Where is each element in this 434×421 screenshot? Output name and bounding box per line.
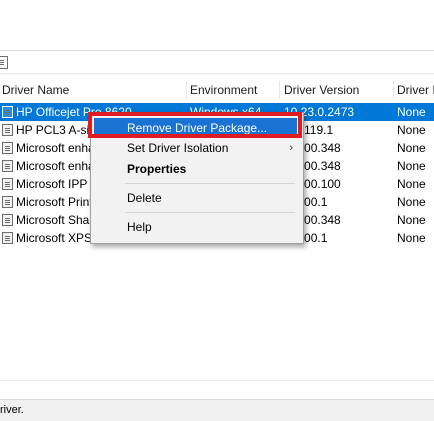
menu-item-label: Properties xyxy=(127,162,187,176)
menu-item-remove-driver-package[interactable]: Remove Driver Package... xyxy=(94,118,297,138)
isolation-cell: None xyxy=(397,105,426,119)
isolation-cell: None xyxy=(397,231,426,245)
print-management-window: Driver Name Environment Driver Version D… xyxy=(0,0,434,421)
horizontal-scrollbar[interactable] xyxy=(0,380,434,398)
column-divider[interactable] xyxy=(393,81,394,99)
title-area xyxy=(0,0,434,50)
column-divider[interactable] xyxy=(186,81,187,99)
printer-driver-icon xyxy=(2,124,13,136)
menu-separator xyxy=(125,183,295,184)
column-driver-version[interactable]: Driver Version xyxy=(284,79,390,101)
status-text: river. xyxy=(0,404,24,416)
isolation-cell: None xyxy=(397,213,426,227)
printer-driver-icon xyxy=(2,196,13,208)
menu-item-label: Remove Driver Package... xyxy=(127,121,268,135)
menu-item-help[interactable]: Help xyxy=(91,217,303,237)
printer-driver-icon xyxy=(2,214,13,226)
menu-item-delete[interactable]: Delete xyxy=(91,188,303,208)
isolation-cell: None xyxy=(397,177,426,191)
isolation-cell: None xyxy=(397,159,426,173)
menu-item-label: Set Driver Isolation xyxy=(127,141,229,155)
column-header: Driver Name Environment Driver Version D… xyxy=(0,79,434,101)
printer-driver-icon xyxy=(2,106,13,118)
menu-separator xyxy=(125,212,295,213)
column-environment[interactable]: Environment xyxy=(190,79,276,101)
printer-driver-icon xyxy=(2,142,13,154)
printer-driver-icon xyxy=(2,160,13,172)
printer-driver-icon xyxy=(2,232,13,244)
submenu-arrow-icon: › xyxy=(289,142,293,154)
menu-item-set-driver-isolation[interactable]: Set Driver Isolation › xyxy=(91,138,303,158)
toolbar xyxy=(0,50,434,74)
printer-driver-icon xyxy=(2,178,13,190)
menu-item-label: Delete xyxy=(127,191,162,205)
column-driver-name[interactable]: Driver Name xyxy=(2,79,182,101)
status-bar: river. xyxy=(0,399,434,421)
context-menu: Remove Driver Package... Set Driver Isol… xyxy=(90,112,304,244)
column-divider[interactable] xyxy=(279,81,280,99)
column-driver-isolation[interactable]: Driver Is xyxy=(397,79,434,101)
isolation-cell: None xyxy=(397,141,426,155)
menu-item-properties[interactable]: Properties xyxy=(91,159,303,179)
list-view-icon[interactable] xyxy=(0,56,8,69)
menu-item-label: Help xyxy=(127,220,152,234)
isolation-cell: None xyxy=(397,123,426,137)
isolation-cell: None xyxy=(397,195,426,209)
